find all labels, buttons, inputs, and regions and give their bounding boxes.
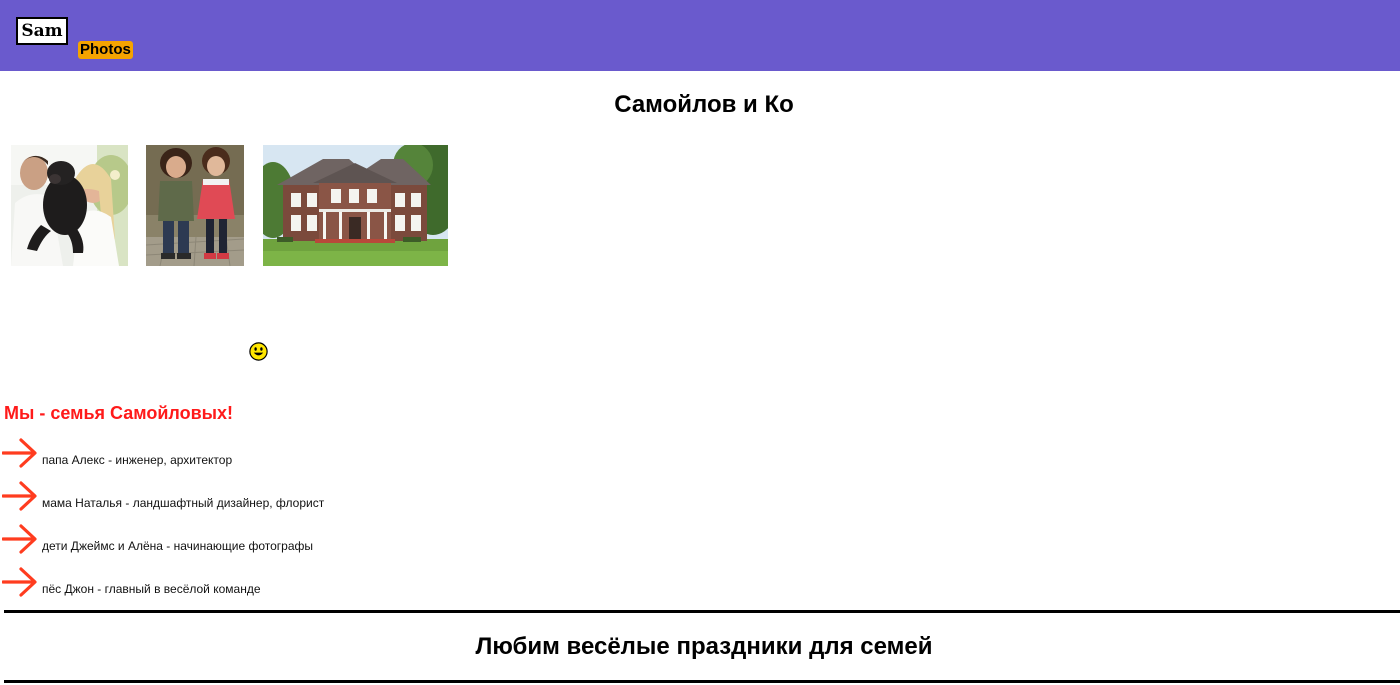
arrow-right-icon — [2, 524, 37, 554]
children-photo — [146, 145, 244, 266]
house-photo — [263, 145, 448, 266]
section-title: Любим весёлые праздники для семей — [475, 633, 933, 660]
logo-tag: Photos — [78, 41, 133, 59]
arrow-right-icon — [2, 481, 37, 511]
top-bar: Sam Photos — [0, 0, 1400, 71]
page-title: Самойлов и Ко — [614, 91, 794, 118]
divider — [4, 610, 1400, 613]
member-text: мама Наталья - ландшафтный дизайнер, фло… — [42, 496, 325, 510]
logo[interactable]: Sam — [16, 17, 68, 45]
smiley-icon — [249, 342, 268, 361]
member-text: дети Джеймс и Алёна - начинающие фотогра… — [42, 539, 314, 553]
arrow-right-icon — [2, 567, 37, 597]
member-text: папа Алекс - инженер, архитектор — [42, 453, 233, 467]
member-text: пёс Джон - главный в весёлой команде — [42, 582, 261, 596]
divider — [4, 680, 1400, 683]
arrow-right-icon — [2, 438, 37, 468]
couple-with-dog-photo — [11, 145, 128, 266]
family-heading: Мы - семья Самойловых! — [4, 403, 234, 423]
